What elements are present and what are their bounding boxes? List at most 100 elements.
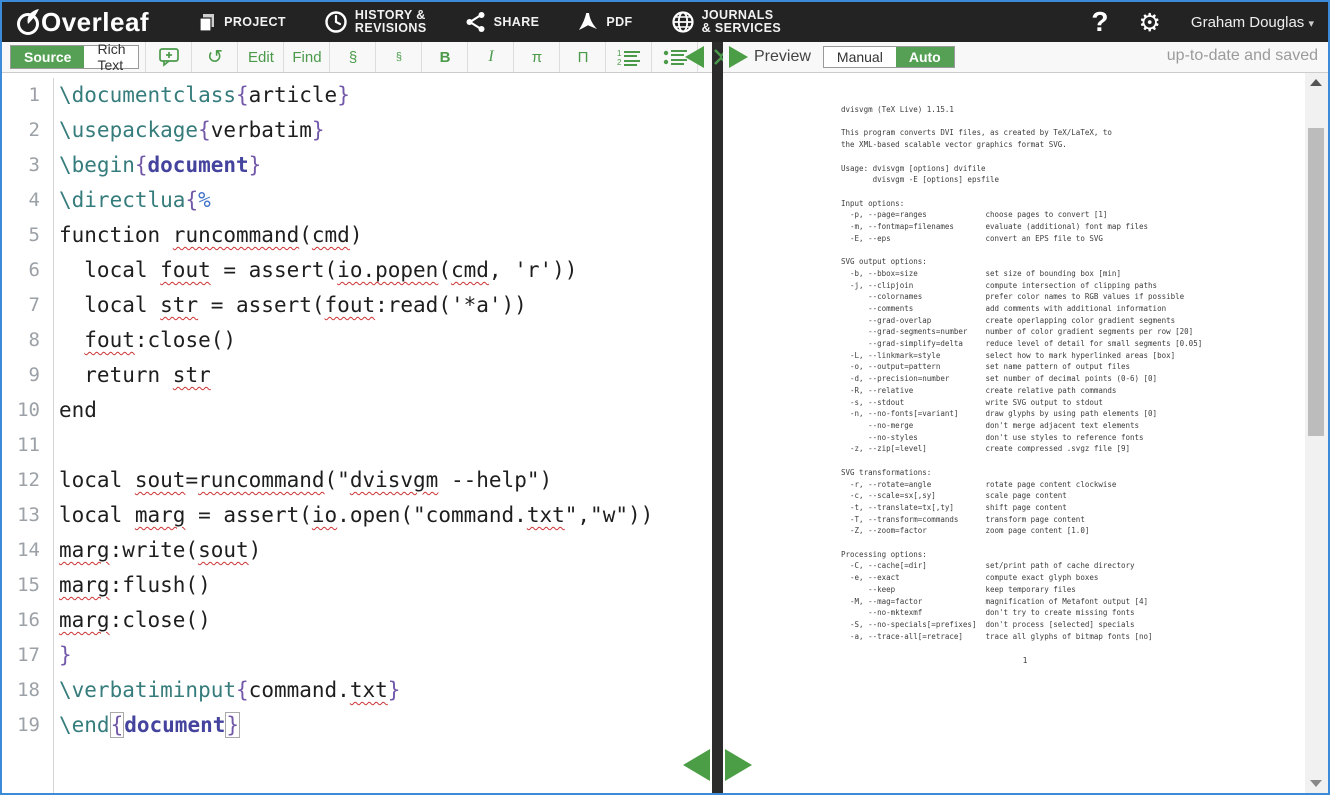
pdf-text-line: -z, --zip[=level] create compressed .svg… [841, 443, 1328, 455]
pdf-text-line: Processing options: [841, 549, 1328, 561]
code-line[interactable]: marg:write(sout) [59, 533, 712, 568]
bold-button[interactable]: B [421, 42, 467, 72]
pdf-text-line [841, 151, 1328, 163]
nav-share[interactable]: SHARE [465, 11, 540, 33]
pdf-text-line: --grad-segments=number number of color g… [841, 326, 1328, 338]
collapse-left-pane-arrow[interactable] [683, 749, 710, 781]
code-line[interactable]: \usepackage{verbatim} [59, 113, 712, 148]
user-menu[interactable]: Graham Douglas ▾ [1191, 14, 1314, 31]
italic-button[interactable]: I [467, 42, 513, 72]
pdf-text-line: This program converts DVI files, as crea… [841, 127, 1328, 139]
code-line[interactable]: \documentclass{article} [59, 78, 712, 113]
compile-mode-toggle: Manual Auto [823, 46, 955, 68]
scroll-up-arrow-icon[interactable] [1310, 79, 1322, 86]
user-name: Graham Douglas [1191, 14, 1304, 31]
pdf-acrobat-icon [577, 11, 599, 33]
code-line[interactable]: \end{document} [59, 708, 712, 743]
pane-divider[interactable] [712, 42, 723, 793]
pdf-scrollbar[interactable] [1305, 73, 1328, 793]
pdf-text-line: Usage: dvisvgm [options] dvifile [841, 163, 1328, 175]
pdf-text-line: -a, --trace-all[=retrace] trace all glyp… [841, 631, 1328, 643]
recompile-play-icon[interactable] [729, 46, 748, 68]
code-line[interactable]: local fout = assert(io.popen(cmd, 'r')) [59, 253, 712, 288]
source-editor[interactable]: 12345678910111213141516171819 \documentc… [2, 73, 712, 793]
nav-pdf-label: PDF [606, 16, 632, 29]
pdf-text-line: -T, --transform=commands transform page … [841, 514, 1328, 526]
pdf-text-line: -C, --cache[=dir] set/print path of cach… [841, 560, 1328, 572]
code-line[interactable]: \verbatiminput{command.txt} [59, 673, 712, 708]
pdf-text-line: --comments add comments with additional … [841, 303, 1328, 315]
overleaf-logo[interactable]: Overleaf [16, 7, 149, 38]
code-line[interactable]: local str = assert(fout:read('*a')) [59, 288, 712, 323]
edit-menu-button[interactable]: Edit [237, 42, 283, 72]
line-number: 9 [2, 358, 53, 393]
nav-journals-services[interactable]: JOURNALS& SERVICES [671, 9, 782, 35]
nav-project-label: PROJECT [224, 16, 286, 29]
section-icon: § [349, 49, 357, 66]
pdf-text-line: -R, --relative create relative path comm… [841, 385, 1328, 397]
pdf-preview[interactable]: dvisvgm (TeX Live) 1.15.1 This program c… [723, 73, 1328, 793]
chevron-down-icon: ▾ [1308, 17, 1314, 30]
rich-text-mode-button[interactable]: Rich Text [84, 46, 138, 68]
collapse-editor-arrow[interactable] [685, 46, 704, 68]
pdf-text-line: -m, --fontmap=filenames evaluate (additi… [841, 221, 1328, 233]
project-icon [197, 12, 217, 32]
pdf-text-line: -E, --eps convert an EPS file to SVG [841, 233, 1328, 245]
pdf-text-line [841, 244, 1328, 256]
line-number: 10 [2, 393, 53, 428]
manual-compile-button[interactable]: Manual [824, 47, 896, 67]
code-line[interactable] [59, 428, 712, 463]
pi-cap-icon: Π [578, 49, 589, 66]
pdf-text-line [841, 455, 1328, 467]
code-line[interactable]: marg:close() [59, 603, 712, 638]
line-number: 3 [2, 148, 53, 183]
code-line[interactable]: local marg = assert(io.open("command.txt… [59, 498, 712, 533]
scroll-down-arrow-icon[interactable] [1310, 780, 1322, 787]
nav-pdf[interactable]: PDF [577, 11, 632, 33]
code-line[interactable]: local sout=runcommand("dvisvgm --help") [59, 463, 712, 498]
comment-plus-icon [158, 47, 180, 67]
scrollbar-thumb[interactable] [1308, 128, 1324, 436]
code-line[interactable]: end [59, 393, 712, 428]
auto-compile-button[interactable]: Auto [896, 47, 954, 67]
expand-right-pane-arrow[interactable] [725, 749, 752, 781]
pdf-text-line: dvisvgm -E [options] epsfile [841, 174, 1328, 186]
pdf-text-line: -c, --scale=sx[,sy] scale page content [841, 490, 1328, 502]
pdf-text-line [841, 116, 1328, 128]
code-line[interactable]: marg:flush() [59, 568, 712, 603]
nav-history-revisions[interactable]: HISTORY &REVISIONS [324, 9, 427, 35]
add-comment-button[interactable] [145, 42, 191, 72]
code-line[interactable]: } [59, 638, 712, 673]
pdf-text-line: --colornames prefer color names to RGB v… [841, 291, 1328, 303]
find-button[interactable]: Find [283, 42, 329, 72]
code-line[interactable]: return str [59, 358, 712, 393]
help-button[interactable]: ? [1091, 6, 1108, 38]
line-number: 7 [2, 288, 53, 323]
track-changes-button[interactable]: ↺ [191, 42, 237, 72]
code-area[interactable]: \documentclass{article}\usepackage{verba… [54, 78, 712, 793]
numbered-list-button[interactable]: 12 [605, 42, 651, 72]
source-mode-button[interactable]: Source [11, 46, 84, 68]
pdf-text-line: the XML-based scalable vector graphics f… [841, 139, 1328, 151]
share-icon [465, 11, 487, 33]
section-button[interactable]: § [329, 42, 375, 72]
code-line[interactable]: \begin{document} [59, 148, 712, 183]
code-line[interactable]: fout:close() [59, 323, 712, 358]
nav-history-label: HISTORY &REVISIONS [355, 9, 427, 35]
pdf-text-line: --no-mktexmf don't try to create missing… [841, 607, 1328, 619]
gear-icon[interactable]: ⚙ [1138, 8, 1160, 37]
code-line[interactable]: function runcommand(cmd) [59, 218, 712, 253]
history-undo-icon: ↺ [207, 46, 223, 68]
subsection-button[interactable]: § [375, 42, 421, 72]
line-number: 5 [2, 218, 53, 253]
svg-text:1: 1 [617, 49, 622, 58]
preview-toolbar: Preview Manual Auto up-to-date and saved [723, 42, 1328, 73]
display-math-button[interactable]: Π [559, 42, 605, 72]
find-label: Find [292, 49, 321, 66]
pdf-text-line: -o, --output=pattern set name pattern of… [841, 361, 1328, 373]
pdf-page-number: 1 [841, 656, 1209, 665]
code-line[interactable]: \directlua{% [59, 183, 712, 218]
nav-project[interactable]: PROJECT [197, 12, 286, 32]
pdf-text-line: -r, --rotate=angle rotate page content c… [841, 479, 1328, 491]
inline-math-button[interactable]: π [513, 42, 559, 72]
